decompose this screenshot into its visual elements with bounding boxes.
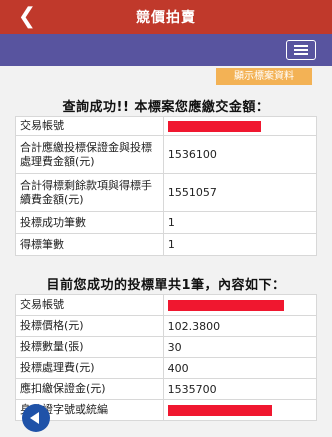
table-row: 合計得標剩餘款項與得標手續費金額(元) 1551057 (15, 173, 318, 212)
row-value: 1551057 (162, 173, 318, 212)
row-label: 合計得標剩餘款項與得標手續費金額(元) (15, 173, 164, 212)
row-label: 投標價格(元) (15, 315, 164, 337)
table-row: 投標處理費(元) 400 (15, 357, 318, 379)
row-value: 1 (162, 233, 318, 256)
row-label: 投標成功筆數 (15, 211, 164, 234)
bids-table: 交易帳號 投標價格(元) 102.3800 投標數量(張) 30 投標處理費(元… (15, 294, 318, 421)
table-row: 投標成功筆數 1 (15, 211, 318, 234)
table-row: 身分證字號或統編 (15, 399, 318, 421)
row-label: 投標處理費(元) (15, 357, 164, 379)
table-row: 應扣繳保證金(元) 1535700 (15, 378, 318, 400)
row-label: 交易帳號 (15, 294, 164, 316)
hamburger-menu-icon[interactable] (286, 40, 316, 60)
id-redaction (162, 399, 318, 421)
chevron-left-icon[interactable]: ❮ (14, 3, 40, 31)
nav-bar (0, 34, 332, 66)
row-value: 1536100 (162, 135, 318, 174)
row-value: 400 (162, 357, 318, 379)
row-value: 1 (162, 211, 318, 234)
row-label: 投標數量(張) (15, 336, 164, 358)
table-row: 合計應繳投標保證金與投標處理費金額(元) 1536100 (15, 135, 318, 174)
table-row: 投標價格(元) 102.3800 (15, 315, 318, 337)
query-result-table: 交易帳號 合計應繳投標保證金與投標處理費金額(元) 1536100 合計得標剩餘… (15, 116, 318, 256)
row-label: 合計應繳投標保證金與投標處理費金額(元) (15, 135, 164, 174)
row-label: 得標筆數 (15, 233, 164, 256)
table-row: 交易帳號 (15, 116, 318, 136)
play-left-icon[interactable] (22, 404, 50, 432)
table-row: 投標數量(張) 30 (15, 336, 318, 358)
row-value: 1535700 (162, 378, 318, 400)
row-label: 交易帳號 (15, 116, 164, 136)
show-tender-info-button[interactable]: 顯示標案資料 (216, 68, 312, 85)
table-row: 交易帳號 (15, 294, 318, 316)
account-redaction (162, 294, 318, 316)
table-row: 得標筆數 1 (15, 233, 318, 256)
row-value: 30 (162, 336, 318, 358)
app-bar: ❮ 競價拍賣 (0, 0, 332, 34)
page-title: 競價拍賣 (136, 10, 196, 26)
row-label: 應扣繳保證金(元) (15, 378, 164, 400)
bids-heading: 目前您成功的投標單共1筆，內容如下： (46, 278, 286, 293)
row-value: 102.3800 (162, 315, 318, 337)
query-heading: 查詢成功!! 本標案您應繳交金額： (62, 100, 270, 115)
account-redaction (162, 116, 318, 136)
